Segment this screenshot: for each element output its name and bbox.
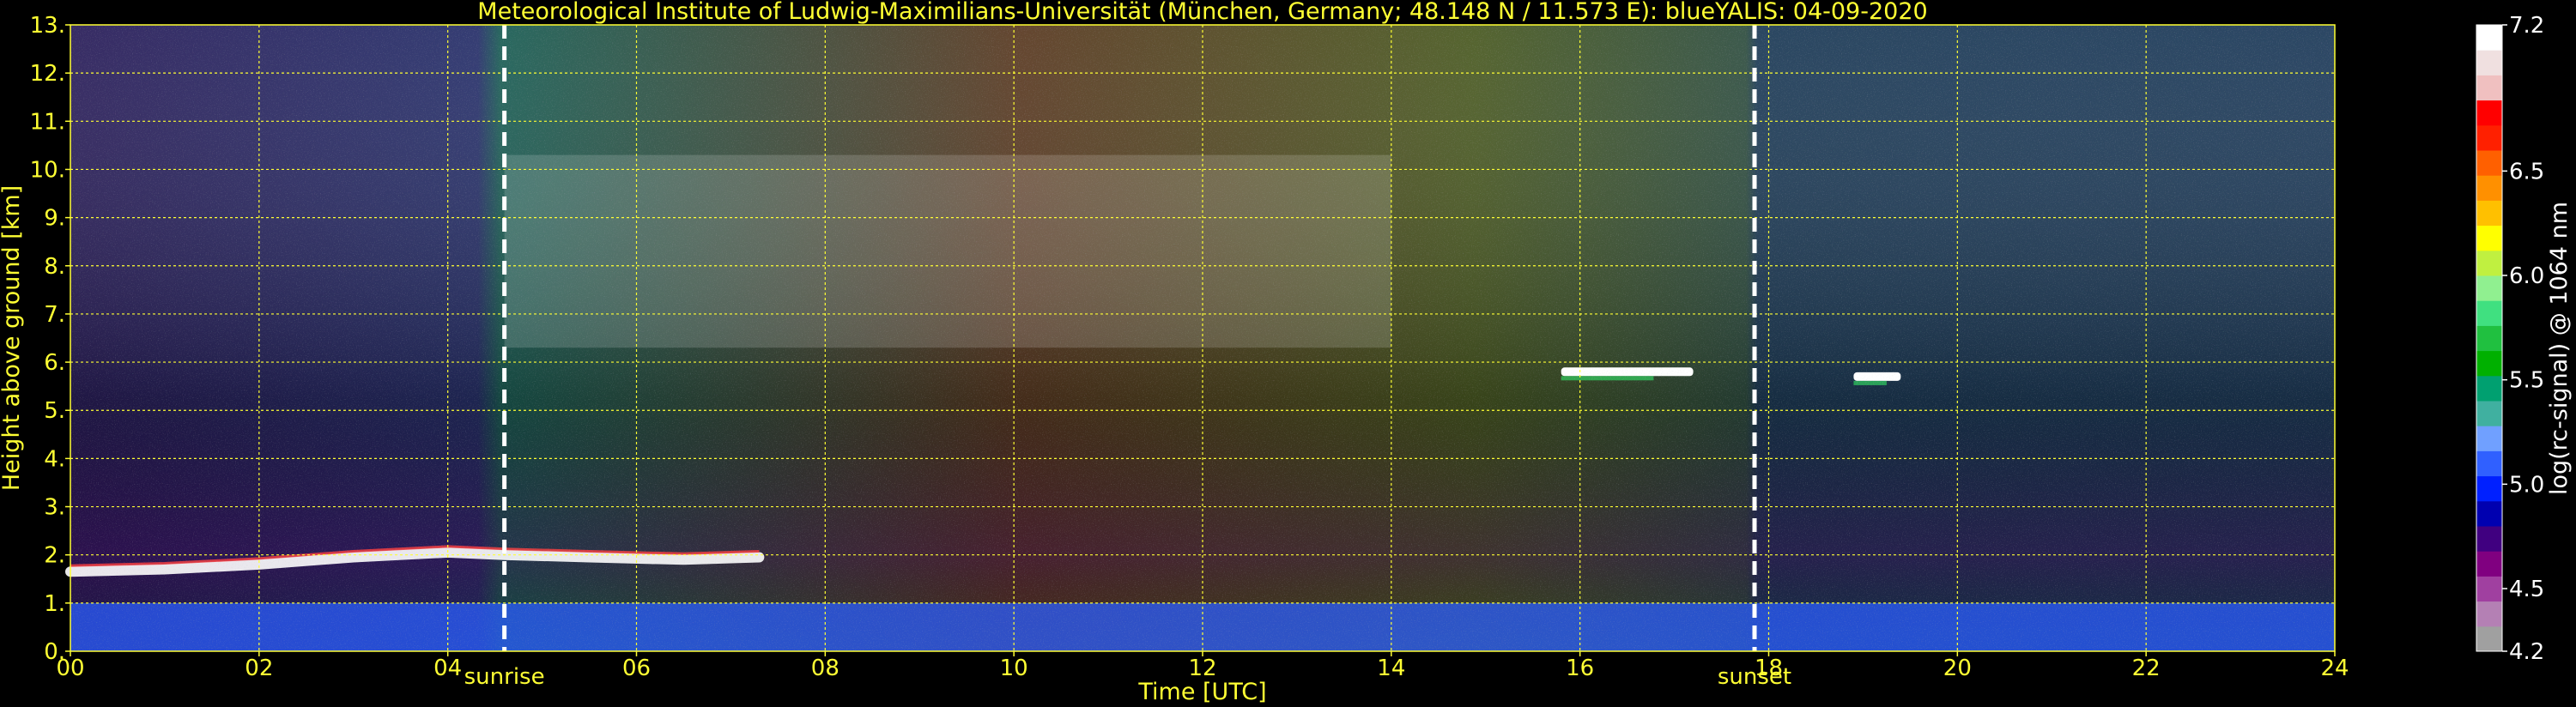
colorbar-cell xyxy=(2476,175,2502,201)
colorbar-cell xyxy=(2476,526,2502,552)
y-tick-label: 10. xyxy=(30,157,65,183)
annotation-label-sunrise: sunrise xyxy=(464,664,545,690)
y-tick-label: 5. xyxy=(44,398,65,424)
colorbar-cell xyxy=(2476,426,2502,451)
colorbar-cell xyxy=(2476,475,2502,502)
x-tick-label: 02 xyxy=(245,656,273,681)
colorbar-tick-label: 5.5 xyxy=(2509,368,2544,394)
colorbar-cell xyxy=(2476,200,2502,227)
y-tick-label: 8. xyxy=(44,254,65,280)
colorbar-cell xyxy=(2476,275,2502,301)
colorbar-tick-label: 4.5 xyxy=(2509,577,2544,602)
chart-title: Meteorological Institute of Ludwig-Maxim… xyxy=(477,0,1927,25)
x-tick-label: 06 xyxy=(622,656,651,681)
y-tick-label: 2. xyxy=(44,543,65,569)
x-tick-label: 08 xyxy=(811,656,839,681)
plot-area: sunrise sunset xyxy=(65,24,2336,690)
y-tick-label: 4. xyxy=(44,446,65,472)
lidar-figure: sunrise sunset 0.1.2.3.4.5.6.7.8.9.10.11.… xyxy=(0,0,2573,705)
colorbar-cell xyxy=(2476,450,2502,477)
y-tick-label: 3. xyxy=(44,495,65,521)
colorbar-label: log(rc-signal) @ 1064 nm xyxy=(2546,202,2573,495)
colorbar-tick-label: 4.2 xyxy=(2509,639,2544,665)
colorbar-cell xyxy=(2476,225,2502,251)
y-axis-label: Height above ground [km] xyxy=(0,185,25,491)
colorbar-tick-label: 6.5 xyxy=(2509,159,2544,184)
colorbar-cell xyxy=(2476,250,2502,276)
colorbar-cells xyxy=(2476,24,2503,652)
x-axis-label: Time [UTC] xyxy=(1137,679,1266,705)
colorbar-cell xyxy=(2476,300,2502,326)
y-tick-label: 13. xyxy=(30,13,65,39)
x-tick-label: 00 xyxy=(56,656,84,681)
colorbar-cell xyxy=(2476,75,2502,101)
x-tick-label: 20 xyxy=(1943,656,1972,681)
colorbar-cell xyxy=(2476,601,2502,627)
colorbar-cell xyxy=(2476,124,2502,151)
colorbar-cell xyxy=(2476,551,2502,577)
colorbar-cell xyxy=(2476,625,2502,652)
y-tick-label: 1. xyxy=(44,591,65,617)
colorbar-cell xyxy=(2476,576,2502,602)
x-axis-ticks: 00 02 04 06 08 10 12 14 16 18 20 22 24 xyxy=(56,651,2349,681)
x-tick-label: 12 xyxy=(1188,656,1216,681)
colorbar: 7.2 6.5 6.0 5.5 5.0 4.5 4.2 log(rc-signal) @ 1… xyxy=(2476,13,2573,665)
colorbar-ticks: 7.2 6.5 6.0 5.5 5.0 4.5 4.2 xyxy=(2502,13,2544,665)
x-tick-label: 16 xyxy=(1566,656,1594,681)
colorbar-cell xyxy=(2476,375,2502,402)
y-axis-ticks: 0.1.2.3.4.5.6.7.8.9.10.11.12.13. xyxy=(30,13,70,665)
colorbar-cell xyxy=(2476,100,2502,126)
y-tick-label: 11. xyxy=(30,109,65,135)
colorbar-cell xyxy=(2476,350,2502,377)
x-tick-label: 18 xyxy=(1755,656,1783,681)
x-tick-label: 10 xyxy=(1000,656,1028,681)
colorbar-cell xyxy=(2476,150,2502,176)
colorbar-cell xyxy=(2476,401,2502,426)
x-tick-label: 14 xyxy=(1377,656,1405,681)
colorbar-cell xyxy=(2476,25,2502,51)
x-tick-label: 24 xyxy=(2320,656,2349,681)
colorbar-cell xyxy=(2476,500,2502,527)
colorbar-tick-label: 7.2 xyxy=(2509,13,2544,39)
x-tick-label: 04 xyxy=(433,656,462,681)
colorbar-cell xyxy=(2476,325,2502,352)
y-tick-label: 7. xyxy=(44,302,65,328)
y-tick-label: 9. xyxy=(44,206,65,232)
colorbar-tick-label: 6.0 xyxy=(2509,263,2544,289)
colorbar-cell xyxy=(2476,50,2502,76)
y-tick-label: 6. xyxy=(44,350,65,376)
x-tick-label: 22 xyxy=(2132,656,2161,681)
colorbar-tick-label: 5.0 xyxy=(2509,472,2544,498)
y-tick-label: 12. xyxy=(30,61,65,87)
